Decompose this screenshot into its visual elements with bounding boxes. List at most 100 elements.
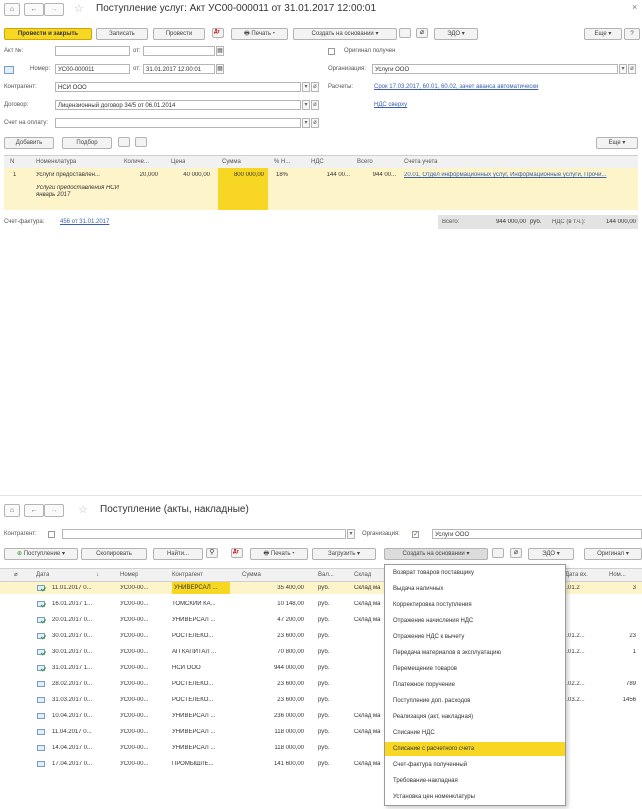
menu-item[interactable]: Передача материалов в эксплуатацию — [385, 646, 565, 660]
col-in-date[interactable]: Дата вх. — [565, 569, 588, 581]
home-icon[interactable]: ⌂ — [4, 3, 20, 16]
dt-kt-icon[interactable]: Дт — [212, 28, 224, 38]
open-icon[interactable]: ø — [311, 82, 319, 92]
menu-item[interactable]: Установка цен номенклатуры — [385, 790, 565, 804]
filter-counterparty-checkbox[interactable] — [48, 531, 55, 538]
dropdown-icon[interactable]: ▾ — [302, 82, 310, 92]
open-icon[interactable]: ø — [311, 100, 319, 110]
more-button[interactable]: Еще ▾ — [584, 28, 622, 40]
row-item-content[interactable]: Услуги предоставления НСИ январь 2017 — [36, 185, 120, 199]
table-row[interactable]: 1 Услуги предоставлен... Услуги предоста… — [4, 168, 638, 210]
row-price[interactable]: 40 000,00 — [164, 172, 210, 178]
col-sum[interactable]: Сумма — [222, 156, 241, 168]
col-number[interactable]: Номер — [120, 569, 138, 581]
help-button[interactable]: ? — [624, 28, 640, 40]
report-icon[interactable] — [399, 28, 411, 38]
original-button[interactable]: Оригинал ▾ — [584, 548, 642, 560]
col-sum[interactable]: Сумма — [242, 569, 261, 581]
open-icon[interactable]: ø — [628, 64, 636, 74]
star-icon[interactable]: ☆ — [78, 503, 88, 516]
col-currency[interactable]: Вал... — [318, 569, 334, 581]
forward-icon[interactable]: → — [44, 3, 64, 16]
row-item[interactable]: Услуги предоставлен... — [36, 172, 120, 178]
copy-row-icon[interactable] — [118, 137, 130, 147]
contract-input[interactable]: Лицензионный договор 34/5 от 06.01.2014 — [55, 100, 301, 110]
row-sum[interactable]: 800 000,00 — [220, 172, 264, 178]
col-qty[interactable]: Количе... — [124, 156, 149, 168]
col-warehouse[interactable]: Склад — [354, 569, 371, 581]
copy-button[interactable]: Скопировать — [81, 548, 147, 560]
dropdown-icon[interactable]: ▾ — [302, 100, 310, 110]
invoice-payment-input[interactable] — [55, 118, 301, 128]
receipt-create-button[interactable]: ⊕ Поступление ▾ — [4, 548, 78, 560]
organization-input[interactable]: Услуги ООО — [372, 64, 618, 74]
settlements-link[interactable]: Срок 17.03.2017, 60.01, 60.02, зачет ава… — [374, 84, 538, 90]
search-icon[interactable]: ⚲ — [206, 548, 218, 558]
dropdown-icon[interactable]: ▾ — [347, 529, 355, 539]
row-accounts[interactable]: 20.01, Отдел информационных услуг, Инфор… — [404, 172, 632, 178]
dropdown-icon[interactable]: ▾ — [619, 64, 627, 74]
sort-indicator[interactable]: ↓ — [96, 569, 99, 581]
col-in-number[interactable]: Ном... — [609, 569, 626, 581]
close-icon[interactable]: × — [632, 2, 637, 12]
report-icon[interactable] — [492, 548, 504, 558]
row-qty[interactable]: 20,000 — [122, 172, 158, 178]
menu-item[interactable]: Списание с расчетного счета — [385, 742, 565, 756]
dt-kt-icon[interactable]: Дт — [231, 548, 243, 558]
act-number-input[interactable] — [55, 46, 130, 56]
back-icon[interactable]: ← — [24, 3, 44, 16]
list-edo-button[interactable]: ЭДО ▾ — [528, 548, 574, 560]
menu-item[interactable]: Требование-накладная — [385, 774, 565, 788]
menu-item[interactable]: Отражение НДС к вычету — [385, 630, 565, 644]
menu-item[interactable]: Перемещение товаров — [385, 662, 565, 676]
star-icon[interactable]: ☆ — [74, 2, 84, 15]
col-date[interactable]: Дата — [36, 569, 49, 581]
home-icon[interactable]: ⌂ — [4, 504, 20, 517]
edo-button[interactable]: ЭДО ▾ — [434, 28, 478, 40]
paste-row-icon[interactable] — [135, 137, 147, 147]
number-input[interactable]: УС00-000011 — [55, 64, 130, 74]
col-vat[interactable]: НДС — [311, 156, 324, 168]
load-button[interactable]: Загрузить ▾ — [312, 548, 376, 560]
filter-organization-input[interactable]: Услуги ООО — [432, 529, 642, 539]
col-price[interactable]: Цена — [171, 156, 185, 168]
open-icon[interactable]: ø — [311, 118, 319, 128]
menu-item[interactable]: Возврат товаров поставщику — [385, 566, 565, 580]
col-item[interactable]: Номенклатура — [36, 156, 76, 168]
check-icon[interactable]: ✓ — [412, 531, 419, 538]
post-button[interactable]: Провести — [153, 28, 205, 40]
row-vat-rate[interactable]: 18% — [276, 172, 288, 178]
dropdown-icon[interactable]: ▾ — [302, 118, 310, 128]
col-counterparty[interactable]: Контрагент — [172, 569, 203, 581]
create-based-on-button[interactable]: Создать на основании ▾ — [293, 28, 397, 40]
calendar-icon[interactable]: ▦ — [216, 46, 224, 56]
list-create-based-on-button[interactable]: Создать на основании ▾ — [384, 548, 488, 560]
col-n[interactable]: N — [10, 156, 14, 168]
counterparty-input[interactable]: НСИ ООО — [55, 82, 301, 92]
menu-item[interactable]: Реализация (акт, накладная) — [385, 710, 565, 724]
invoice-link[interactable]: 456 от 31.01.2017 — [60, 219, 109, 225]
forward-icon[interactable]: → — [44, 504, 64, 517]
print-button[interactable]: 🖶 Печать ▾ — [231, 28, 288, 40]
menu-item[interactable]: Выдача наличных — [385, 582, 565, 596]
row-total[interactable]: 944 00... — [354, 172, 396, 178]
find-button[interactable]: Найти... — [153, 548, 203, 560]
paperclip-icon[interactable]: ⌀ — [510, 548, 522, 558]
menu-item[interactable]: Корректировка поступления — [385, 598, 565, 612]
post-and-close-button[interactable]: Провести и закрыть — [4, 28, 92, 40]
col-accounts[interactable]: Счета учета — [404, 156, 438, 168]
act-date-input[interactable]: . . — [143, 46, 215, 56]
list-print-button[interactable]: 🖶 Печать ▾ — [250, 548, 308, 560]
back-icon[interactable]: ← — [24, 504, 44, 517]
filter-counterparty-input[interactable] — [62, 529, 346, 539]
menu-item[interactable]: Отражение начисления НДС — [385, 614, 565, 628]
save-button[interactable]: Записать — [96, 28, 148, 40]
menu-item[interactable]: Поступление доп. расходов — [385, 694, 565, 708]
menu-item[interactable]: Счет-фактура полученный — [385, 758, 565, 772]
date-input[interactable]: 31.01.2017 12:00:01 — [143, 64, 215, 74]
col-vat-rate[interactable]: % Н... — [274, 156, 290, 168]
col-total[interactable]: Всего — [357, 156, 373, 168]
calendar-icon[interactable]: ▦ — [216, 64, 224, 74]
pick-button[interactable]: Подбор — [62, 137, 112, 149]
menu-item[interactable]: Списание НДС — [385, 726, 565, 740]
